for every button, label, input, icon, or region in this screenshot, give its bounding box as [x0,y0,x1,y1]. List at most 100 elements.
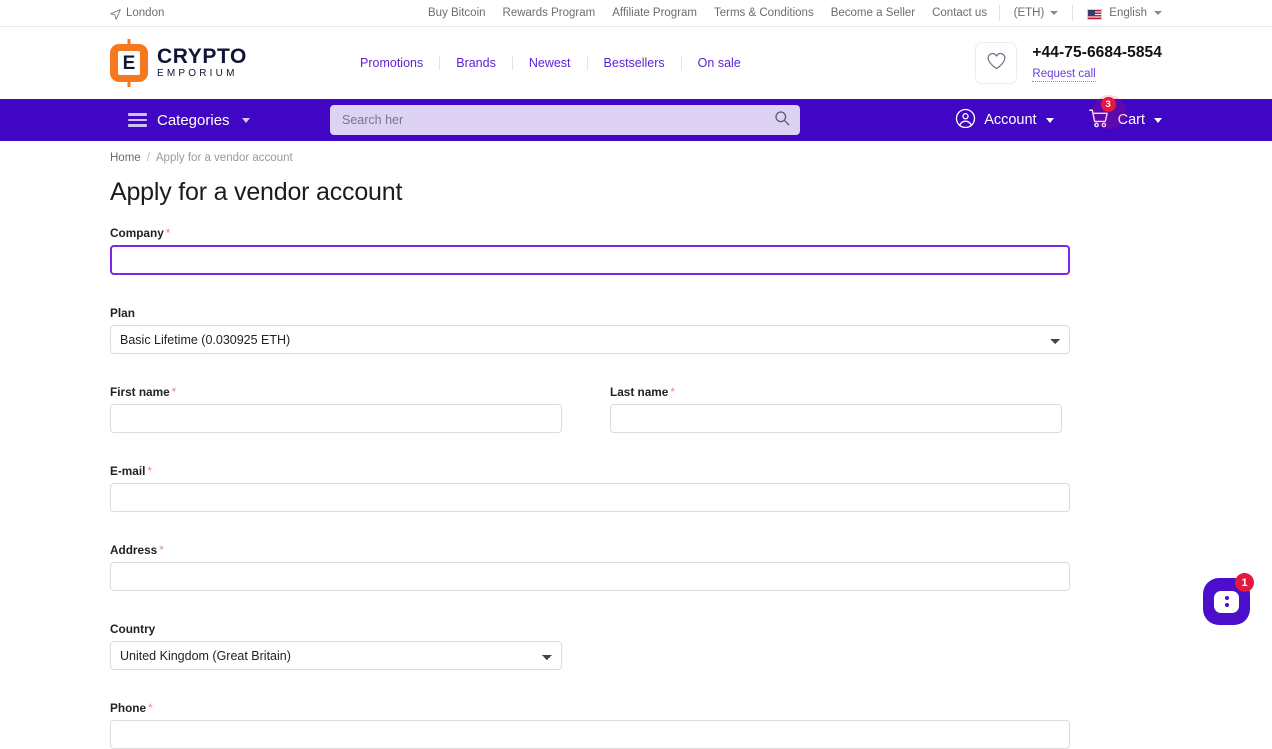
header-nav: Promotions Brands Newest Bestsellers On … [360,56,741,70]
field-phone: Phone* [110,701,1070,749]
categories-button[interactable]: Categories [128,112,250,129]
logo-mark-icon: E [110,44,148,82]
nav-link-newest[interactable]: Newest [513,56,588,70]
language-selector[interactable]: English [1087,7,1162,19]
chat-widget-button[interactable]: 1 [1203,578,1250,625]
top-utility-bar: London Buy Bitcoin Rewards Program Affil… [0,0,1272,27]
field-country: Country United Kingdom (Great Britain) [110,622,1070,670]
label-country: Country [110,622,1070,636]
top-link-rewards-program[interactable]: Rewards Program [503,7,596,19]
currency-selector[interactable]: (ETH) [1014,7,1059,19]
required-marker: * [148,701,153,715]
chevron-down-icon [1154,118,1162,123]
spacer [110,275,1070,306]
address-input[interactable] [110,562,1070,591]
page-content: Home / Apply for a vendor account Apply … [0,141,1272,749]
chat-bubble-icon [1214,591,1239,613]
search-box[interactable] [330,105,800,135]
logo-line-2: EMPORIUM [157,69,247,80]
chevron-down-icon [1050,11,1058,15]
wishlist-button[interactable] [975,42,1017,84]
breadcrumb-home[interactable]: Home [110,152,141,164]
location-label: London [126,7,164,19]
logo-wordmark: CRYPTO EMPORIUM [157,46,247,80]
top-link-affiliate-program[interactable]: Affiliate Program [612,7,697,19]
label-plan-text: Plan [110,306,135,320]
breadcrumb: Home / Apply for a vendor account [110,141,1162,164]
required-marker: * [670,385,675,399]
last-name-input[interactable] [610,404,1062,433]
spacer [110,670,1070,701]
header-right: +44-75-6684-5854 Request call [975,42,1162,84]
field-email: E-mail* [110,464,1070,512]
label-last-name: Last name* [610,385,1062,399]
label-company-text: Company [110,226,164,240]
label-plan: Plan [110,306,1070,320]
nav-link-brands[interactable]: Brands [440,56,513,70]
plan-select[interactable]: Basic Lifetime (0.030925 ETH) [110,325,1070,354]
label-address-text: Address [110,543,157,557]
field-last-name: Last name* [610,385,1062,433]
top-link-buy-bitcoin[interactable]: Buy Bitcoin [428,7,486,19]
company-input[interactable] [110,245,1070,275]
phone-number[interactable]: +44-75-6684-5854 [1032,43,1162,62]
search-icon[interactable] [774,110,790,131]
user-circle-icon [955,108,976,133]
field-first-name: First name* [110,385,562,433]
field-plan: Plan Basic Lifetime (0.030925 ETH) [110,306,1070,354]
location-indicator[interactable]: London [110,7,164,19]
label-phone: Phone* [110,701,1070,715]
primary-navbar: Categories Account 3 Cart [0,99,1272,141]
top-links: Buy Bitcoin Rewards Program Affiliate Pr… [428,7,987,19]
first-name-input[interactable] [110,404,562,433]
label-address: Address* [110,543,1070,557]
required-marker: * [159,543,164,557]
divider [1072,5,1073,21]
breadcrumb-current: Apply for a vendor account [156,152,293,164]
breadcrumb-separator: / [147,152,150,164]
label-last-name-text: Last name [610,385,668,399]
email-input[interactable] [110,483,1070,512]
nav-link-bestsellers[interactable]: Bestsellers [588,56,682,70]
label-country-text: Country [110,622,155,636]
search-input[interactable] [340,112,774,128]
hamburger-menu-icon [128,113,147,127]
chevron-down-icon [1154,11,1162,15]
chat-unread-badge: 1 [1235,573,1254,592]
spacer [110,591,1070,622]
account-label: Account [984,112,1036,128]
top-link-terms-conditions[interactable]: Terms & Conditions [714,7,814,19]
heart-icon [987,52,1006,75]
logo-letter: E [118,51,140,75]
nav-link-on-sale[interactable]: On sale [682,56,741,70]
required-marker: * [147,464,152,478]
name-row: First name* Last name* [110,385,1070,433]
navbar-right: Account 3 Cart [955,108,1162,133]
required-marker: * [172,385,177,399]
account-menu[interactable]: Account [955,108,1053,133]
country-select[interactable]: United Kingdom (Great Britain) [110,641,562,670]
label-company: Company* [110,226,1070,240]
label-email: E-mail* [110,464,1070,478]
label-first-name: First name* [110,385,562,399]
top-link-become-a-seller[interactable]: Become a Seller [831,7,915,19]
page-title: Apply for a vendor account [110,178,1162,207]
top-bar-right: (ETH) English [985,5,1162,21]
vendor-application-form: Company* Plan Basic Lifetime (0.030925 E… [110,226,1070,749]
currency-label: (ETH) [1014,7,1045,19]
nav-link-promotions[interactable]: Promotions [360,56,440,70]
phone-block: +44-75-6684-5854 Request call [1032,43,1162,82]
phone-input[interactable] [110,720,1070,749]
top-link-contact-us[interactable]: Contact us [932,7,987,19]
site-logo[interactable]: E CRYPTO EMPORIUM [110,44,247,82]
spacer [110,512,1070,543]
spacer [110,433,1070,464]
us-flag-icon [1087,9,1102,20]
label-email-text: E-mail [110,464,145,478]
chevron-down-icon [242,118,250,123]
chevron-down-icon [1046,118,1054,123]
request-call-link[interactable]: Request call [1032,67,1095,82]
cart-menu[interactable]: 3 Cart [1088,108,1162,133]
chat-dot [1225,596,1229,600]
cart-count-badge: 3 [1101,97,1116,112]
